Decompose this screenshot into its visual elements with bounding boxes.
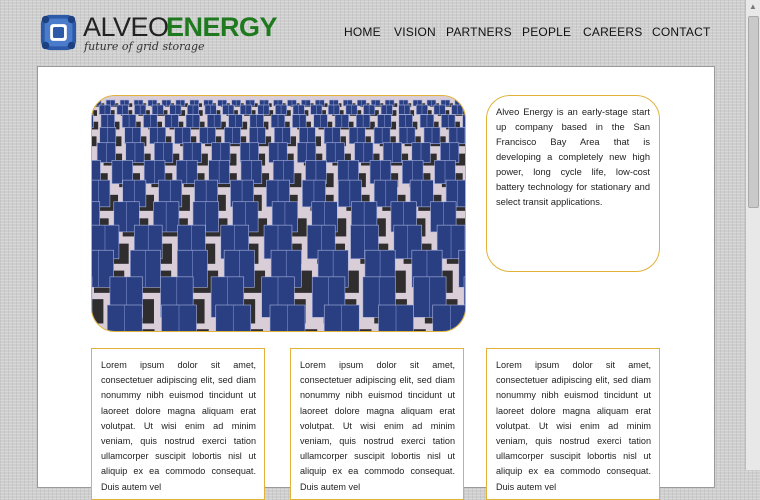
scroll-up-arrow-icon[interactable]: ▲ (746, 0, 760, 14)
content-card-1: Lorem ipsum dolor sit amet, consectetuer… (91, 348, 265, 500)
panel-shadow (92, 299, 104, 324)
brand-tagline: future of grid storage (84, 40, 205, 53)
content-card-2: Lorem ipsum dolor sit amet, consectetuer… (290, 348, 464, 500)
brand-name-energy: ENERGY (166, 12, 278, 42)
panel-shadow (92, 136, 97, 147)
intro-text: Alveo Energy is an early-stage start up … (496, 107, 650, 207)
intro-box: Alveo Energy is an early-stage start up … (486, 95, 660, 272)
nav-item-people[interactable]: PEOPLE (522, 25, 571, 39)
alveo-logo-icon (40, 14, 77, 51)
scrollbar-thumb[interactable] (748, 16, 759, 208)
main-content: Alveo Energy is an early-stage start up … (37, 66, 715, 500)
panel-shadow (92, 329, 101, 331)
nav-item-careers[interactable]: CAREERS (583, 25, 642, 39)
solar-panel (92, 104, 94, 115)
hero-image (91, 95, 466, 332)
solar-panel (432, 304, 465, 331)
nav-item-partners[interactable]: PARTNERS (446, 25, 512, 39)
solar-panel (462, 114, 465, 128)
main-nav: HOME VISION PARTNERS PEOPLE CAREERS CONT… (344, 25, 710, 41)
brand-name-alveo: ALVEO (83, 12, 169, 42)
nav-item-contact[interactable]: CONTACT (652, 25, 711, 39)
card-text: Lorem ipsum dolor sit amet, consectetuer… (496, 360, 651, 492)
content-card-3: Lorem ipsum dolor sit amet, consectetuer… (486, 348, 660, 500)
card-text: Lorem ipsum dolor sit amet, consectetuer… (300, 360, 455, 492)
nav-item-vision[interactable]: VISION (394, 25, 436, 39)
solar-panel (92, 114, 94, 128)
vertical-scrollbar[interactable]: ▲ (745, 0, 760, 470)
nav-item-home[interactable]: HOME (344, 25, 381, 39)
solar-panel-array-image (92, 96, 465, 331)
site-logo[interactable]: ALVEO ENERGY future of grid storage (40, 12, 280, 54)
card-text: Lorem ipsum dolor sit amet, consectetuer… (101, 360, 256, 492)
